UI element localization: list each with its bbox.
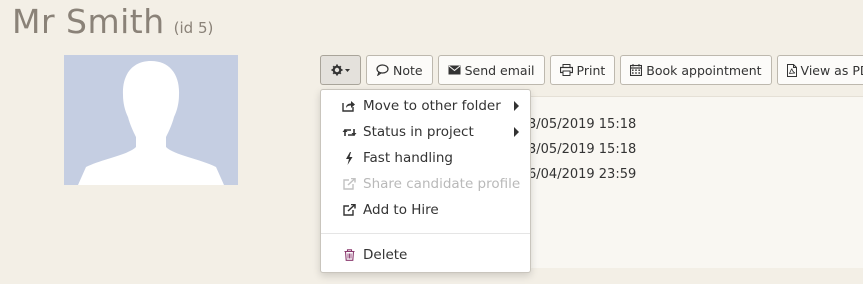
submenu-caret-icon xyxy=(514,101,519,111)
menu-item-add-to-hire[interactable]: Add to Hire xyxy=(321,198,530,222)
menu-item-label: Fast handling xyxy=(363,150,453,166)
date-value-2: 3/05/2019 15:18 xyxy=(528,142,637,157)
retweet-icon xyxy=(341,127,357,138)
menu-item-delete[interactable]: Delete xyxy=(321,243,530,267)
note-button-label: Note xyxy=(393,62,423,78)
menu-item-fast-handling[interactable]: Fast handling xyxy=(321,146,530,170)
submenu-caret-icon xyxy=(514,127,519,137)
menu-item-move-to-folder[interactable]: Move to other folder xyxy=(321,94,530,118)
file-pdf-icon xyxy=(786,63,797,77)
action-toolbar: Note Send email Print Book appointment V… xyxy=(320,55,863,85)
actions-dropdown-menu: Move to other folder Status in project F… xyxy=(320,89,531,273)
page-title: Mr Smith xyxy=(12,2,165,41)
folder-share-icon xyxy=(341,100,357,112)
menu-item-label: Status in project xyxy=(363,124,474,140)
page-header: Mr Smith (id 5) xyxy=(12,2,213,41)
print-button[interactable]: Print xyxy=(549,55,616,85)
trash-icon xyxy=(341,249,357,261)
candidate-page: Mr Smith (id 5) 3/05/2019 15:18 3/05/201… xyxy=(0,0,863,284)
date-value-1: 3/05/2019 15:18 xyxy=(528,117,637,132)
menu-item-label: Delete xyxy=(363,247,408,263)
print-icon xyxy=(559,64,573,76)
send-email-button-label: Send email xyxy=(464,62,535,78)
print-button-label: Print xyxy=(576,62,606,78)
menu-divider xyxy=(321,233,530,234)
menu-item-status-in-project[interactable]: Status in project xyxy=(321,120,530,144)
book-appointment-button-label: Book appointment xyxy=(646,62,762,78)
menu-item-label: Move to other folder xyxy=(363,98,501,114)
avatar xyxy=(64,55,238,185)
external-link-icon xyxy=(341,204,357,216)
view-as-pdf-button[interactable]: View as PDF xyxy=(776,55,863,85)
menu-item-label: Share candidate profile xyxy=(363,176,521,192)
note-button[interactable]: Note xyxy=(366,55,433,85)
date-value-3: 6/04/2019 23:59 xyxy=(528,167,637,182)
actions-dropdown-button[interactable] xyxy=(320,55,361,85)
candidate-id: (id 5) xyxy=(173,19,214,37)
view-as-pdf-button-label: View as PDF xyxy=(800,62,863,78)
gear-icon xyxy=(331,64,350,76)
send-email-button[interactable]: Send email xyxy=(437,55,545,85)
bolt-icon xyxy=(341,151,357,165)
calendar-icon xyxy=(630,64,643,76)
menu-item-label: Add to Hire xyxy=(363,202,439,218)
menu-item-share-candidate-profile[interactable]: Share candidate profile xyxy=(321,172,530,196)
comment-icon xyxy=(376,64,389,76)
envelope-icon xyxy=(448,65,461,75)
external-link-icon xyxy=(341,178,357,190)
book-appointment-button[interactable]: Book appointment xyxy=(620,55,772,85)
person-silhouette-icon xyxy=(78,61,224,185)
